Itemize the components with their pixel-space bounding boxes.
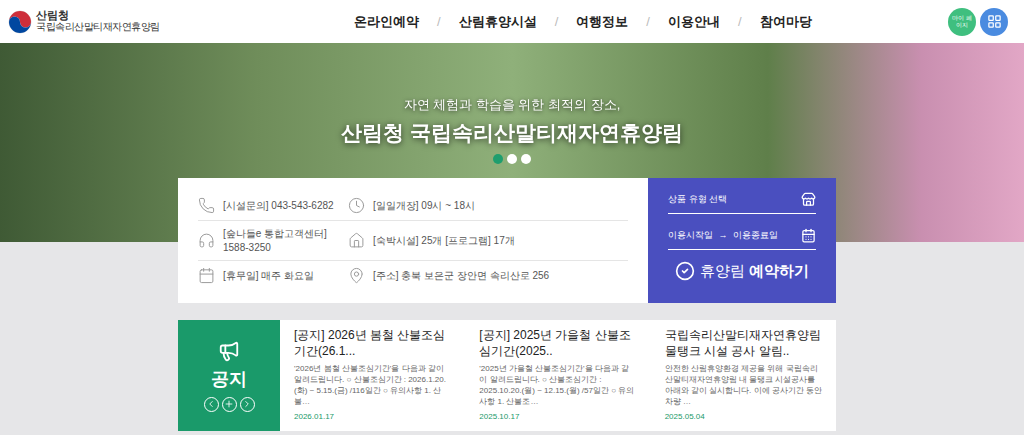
nav-separator: / <box>555 12 559 32</box>
notice-snippet: '2026년 봄철 산불조심기간'을 다음과 같이 알려드립니다. ○ 산불조심… <box>294 364 451 407</box>
nav-item[interactable]: 이용안내 <box>668 12 720 32</box>
info-row: [휴무일] 매주 화요일 [주소] 충북 보은군 장안면 속리산로 256 <box>198 261 628 290</box>
info-item: [숙박시설] 25개 [프로그램] 17개 <box>348 227 628 254</box>
megaphone-icon <box>218 340 240 362</box>
calendar-icon <box>801 228 816 243</box>
info-row: [숲나들e 통합고객센터] 1588-3250 [숙박시설] 25개 [프로그램]… <box>198 221 628 261</box>
grid-icon <box>987 14 1002 29</box>
notice-item-title: [공지] 2026년 봄철 산불조심기간(26.1... <box>294 328 451 359</box>
notice-snippet: 안전한 산림휴양환경 제공을 위해 국립속리산말티재자연휴양림 내 물탱크 시설… <box>665 364 822 407</box>
info-text: [주소] 충북 보은군 장안면 속리산로 256 <box>373 269 549 283</box>
notice-date: 2025.05.04 <box>665 411 822 423</box>
notice-date: 2026.01.17 <box>294 411 451 423</box>
page: 산림청국립속리산말티재자연휴양림 온라인예약 / 산림휴양시설 / 여행정보 / 이용안내 / 참… <box>0 0 1024 435</box>
notice-item-title: 국립속리산말티재자연휴양림 물탱크 시설 공사 알림.. <box>665 328 822 359</box>
notice-section: 공지 [공지] 2026년 봄철 산불조심기간(26.1... '2026년 봄철 … <box>178 320 836 431</box>
notice-item-title: [공지] 2025년 가을철 산불조심기간(2025.. <box>479 328 636 359</box>
slide-dot[interactable] <box>493 154 503 164</box>
clock-icon <box>348 197 365 214</box>
menu-button[interactable] <box>980 8 1008 36</box>
logo[interactable]: 산림청국립속리산말티재자연휴양림 <box>8 10 308 34</box>
headset-icon <box>198 232 215 249</box>
booking-panel: 상품 유형 선택이용시작일 → 이용종료일휴양림 예약하기 <box>648 178 836 303</box>
chevron-right-icon <box>242 399 252 409</box>
notice-item[interactable]: [공지] 2026년 봄철 산불조심기간(26.1... '2026년 봄철 산불… <box>280 320 465 431</box>
pin-icon <box>348 267 365 284</box>
info-card: [시설문의] 043-543-6282 [일일개장] 09시 ~ 18시 [숲나들e… <box>178 178 836 303</box>
nav-separator: / <box>437 12 441 32</box>
notice-date: 2025.10.17 <box>479 411 636 423</box>
mypage-button[interactable]: 마이 페이지 <box>948 8 976 36</box>
prev-button[interactable] <box>204 397 219 412</box>
next-button[interactable] <box>240 397 255 412</box>
notice-header: 공지 <box>178 320 280 431</box>
phone-icon <box>198 197 215 214</box>
date-select[interactable]: 이용시작일 → 이용종료일 <box>668 214 816 250</box>
nav-item[interactable]: 여행정보 <box>576 12 628 32</box>
check-icon <box>675 261 695 281</box>
more-button[interactable] <box>222 397 237 412</box>
info-row: [시설문의] 043-543-6282 [일일개장] 09시 ~ 18시 <box>198 191 628 221</box>
info-text: [일일개장] 09시 ~ 18시 <box>373 199 475 213</box>
info-text: [숙박시설] 25개 [프로그램] 17개 <box>373 234 515 248</box>
info-text: [숲나들e 통합고객센터] 1588-3250 <box>223 227 342 254</box>
header: 산림청국립속리산말티재자연휴양림 온라인예약 / 산림휴양시설 / 여행정보 / 이용안내 / 참… <box>0 0 1024 43</box>
info-item: [시설문의] 043-543-6282 <box>198 197 348 214</box>
main-nav: 온라인예약 / 산림휴양시설 / 여행정보 / 이용안내 / 참여마당 <box>354 12 812 32</box>
info-text: [휴무일] 매주 화요일 <box>223 269 314 283</box>
notice-item[interactable]: 국립속리산말티재자연휴양림 물탱크 시설 공사 알림.. 안전한 산림휴양환경 제… <box>651 320 836 431</box>
reserve-button[interactable]: 휴양림 예약하기 <box>668 250 816 283</box>
info-item: [주소] 충북 보은군 장안면 속리산로 256 <box>348 267 628 284</box>
nav-separator: / <box>738 12 742 32</box>
info-item: [일일개장] 09시 ~ 18시 <box>348 197 628 214</box>
nav-item[interactable]: 참여마당 <box>760 12 812 32</box>
slide-dot[interactable] <box>507 154 517 164</box>
notice-item[interactable]: [공지] 2025년 가을철 산불조심기간(2025.. '2025년 가을철 산… <box>465 320 650 431</box>
calendar-icon <box>198 267 215 284</box>
chevron-left-icon <box>206 399 216 409</box>
notice-title: 공지 <box>211 366 247 393</box>
info-item: [숲나들e 통합고객센터] 1588-3250 <box>198 227 348 254</box>
notice-list: [공지] 2026년 봄철 산불조심기간(26.1... '2026년 봄철 산불… <box>280 320 836 431</box>
hero-title: 산림청 국립속리산말티재자연휴양림 <box>341 117 683 149</box>
logo-name: 국립속리산말티재자연휴양림 <box>36 22 160 33</box>
info-panel: [시설문의] 043-543-6282 [일일개장] 09시 ~ 18시 [숲나들e… <box>178 178 648 303</box>
slide-dot[interactable] <box>521 154 531 164</box>
slide-dots <box>493 154 531 164</box>
logo-agency: 산림청 <box>36 10 160 22</box>
house-icon <box>348 232 365 249</box>
notice-snippet: '2025년 가을철 산불조심기간'을 다음과 같이 알려드립니다. ○ 산불조… <box>479 364 636 407</box>
emblem-icon <box>8 10 32 34</box>
main-content: [시설문의] 043-543-6282 [일일개장] 09시 ~ 18시 [숲나들e… <box>178 178 836 431</box>
product-type-select[interactable]: 상품 유형 선택 <box>668 192 816 214</box>
lodging-icon <box>801 192 816 207</box>
info-text: [시설문의] 043-543-6282 <box>223 199 334 213</box>
nav-item[interactable]: 온라인예약 <box>354 12 419 32</box>
plus-icon <box>224 399 234 409</box>
nav-separator: / <box>646 12 650 32</box>
hero-subtitle: 자연 체험과 학습을 위한 최적의 장소, <box>404 95 621 115</box>
info-item: [휴무일] 매주 화요일 <box>198 267 348 284</box>
nav-item[interactable]: 산림휴양시설 <box>459 12 537 32</box>
